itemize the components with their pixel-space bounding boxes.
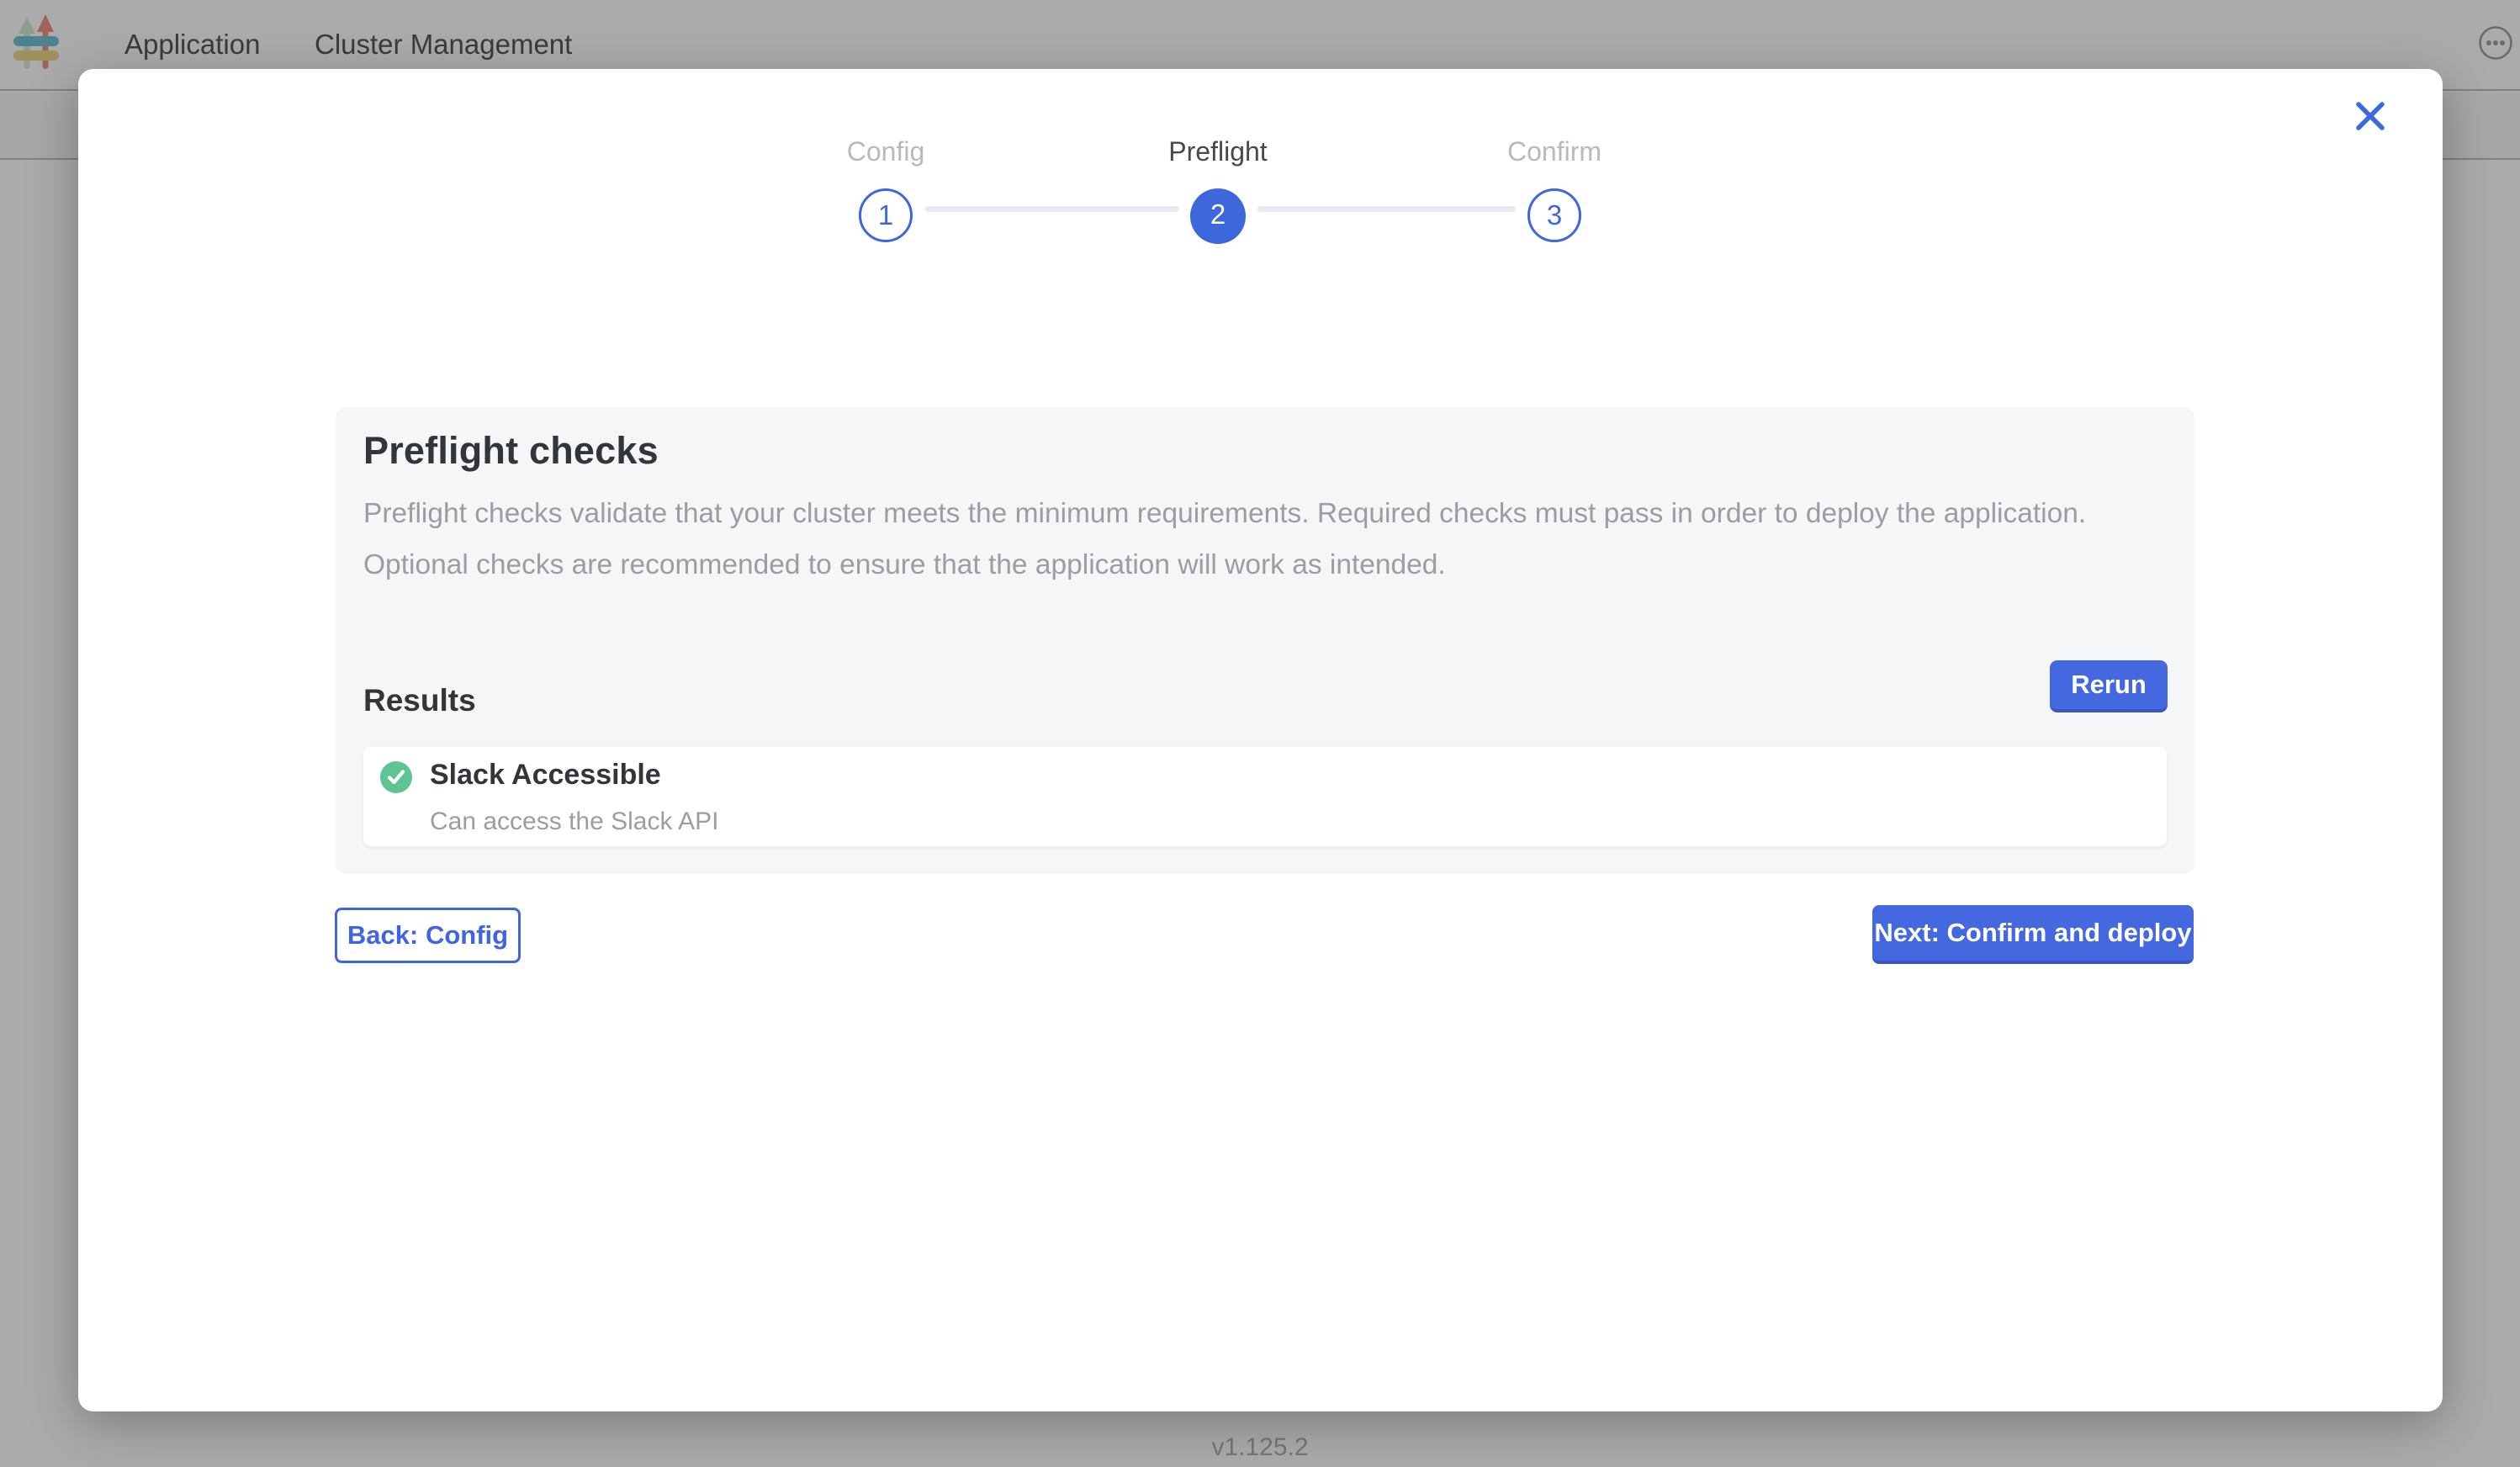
step-label: Confirm (1445, 136, 1664, 167)
stepper-step-confirm: Confirm 3 (1445, 136, 1664, 242)
preflight-modal: Config 1 Preflight 2 Confirm 3 Preflight… (78, 69, 2443, 1411)
check-description: Can access the Slack API (430, 808, 719, 836)
next-confirm-deploy-button[interactable]: Next: Confirm and deploy (1872, 905, 2194, 964)
results-heading: Results (363, 683, 476, 718)
check-title: Slack Accessible (430, 759, 661, 792)
stepper-step-preflight: Preflight 2 (1109, 136, 1327, 244)
stepper-step-config: Config 1 (776, 136, 995, 242)
back-config-button[interactable]: Back: Config (335, 908, 521, 963)
check-circle-icon (380, 761, 412, 793)
step-label: Preflight (1109, 136, 1327, 167)
panel-description: Preflight checks validate that your clus… (363, 488, 2176, 591)
preflight-panel: Preflight checks Preflight checks valida… (336, 407, 2194, 874)
step-number-badge: 1 (859, 188, 913, 242)
step-number-badge: 2 (1190, 188, 1246, 244)
rerun-button[interactable]: Rerun (2050, 660, 2168, 712)
preflight-check-row: Slack Accessible Can access the Slack AP… (363, 747, 2167, 846)
step-number-badge: 3 (1527, 188, 1581, 242)
panel-title: Preflight checks (363, 429, 659, 473)
close-x-icon (2353, 123, 2387, 135)
step-label: Config (776, 136, 995, 167)
close-button[interactable] (2353, 99, 2387, 133)
